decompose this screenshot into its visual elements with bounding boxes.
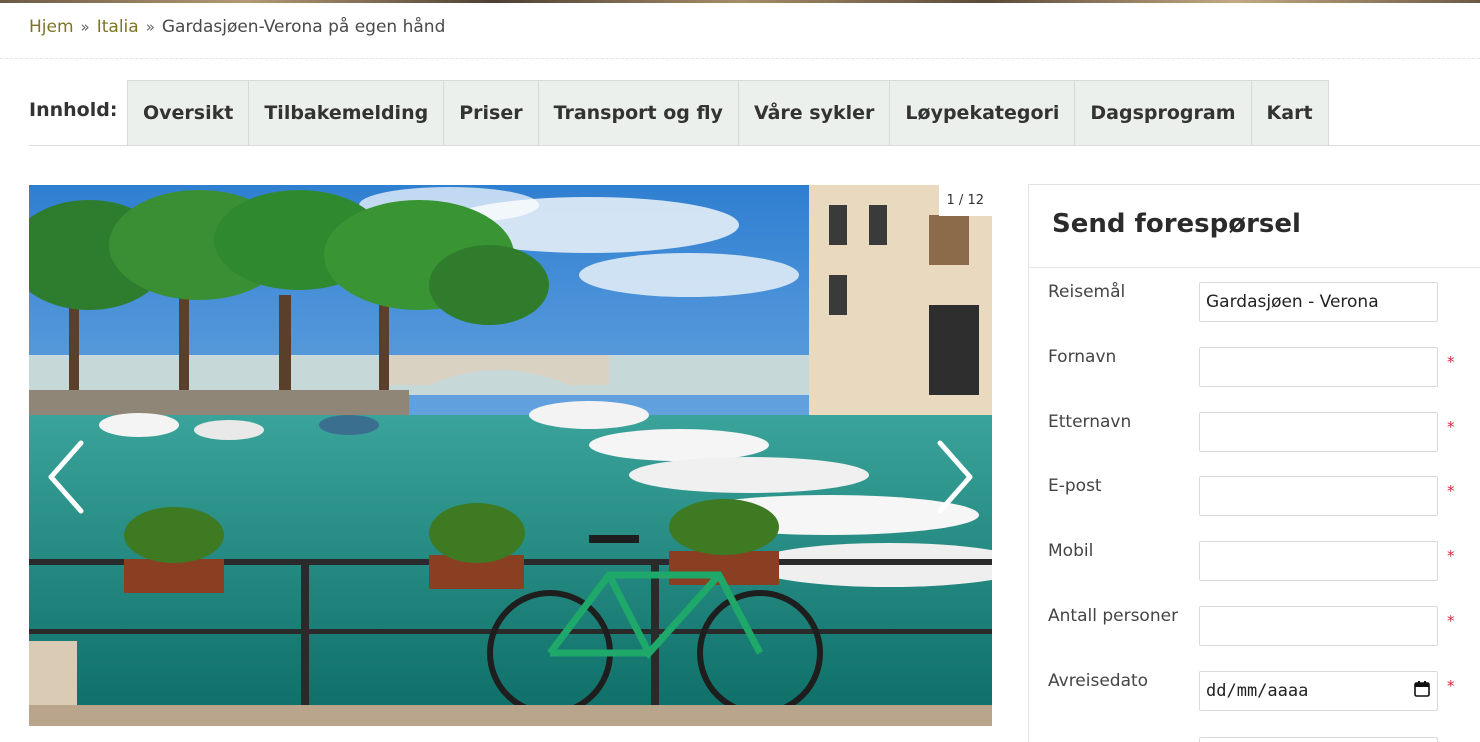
form-row-destination: Reisemål Gardasjøen - Verona [1029, 282, 1480, 324]
tab-transport-og-fly[interactable]: Transport og fly [538, 80, 739, 146]
email-label: E-post [1048, 476, 1102, 496]
chevron-right-icon [937, 440, 973, 514]
departure-date-input[interactable]: dd/mm/aaaa [1199, 671, 1438, 711]
tab-oversikt[interactable]: Oversikt [127, 80, 250, 146]
carousel-counter: 1 / 12 [938, 185, 992, 216]
inquiry-form: Send forespørsel Reisemål Gardasjøen - V… [1028, 184, 1480, 742]
persons-input[interactable] [1199, 606, 1438, 646]
required-marker: * [1447, 353, 1455, 371]
form-row-next-partial [1029, 737, 1480, 742]
carousel-photo [29, 185, 992, 726]
email-input[interactable] [1199, 476, 1438, 516]
tab-vare-sykler[interactable]: Våre sykler [738, 80, 891, 146]
form-title: Send forespørsel [1052, 209, 1301, 239]
form-row-first-name: Fornavn * [1029, 347, 1480, 389]
form-row-departure-date: Avreisedato dd/mm/aaaa * [1029, 671, 1480, 713]
tab-tilbakemelding[interactable]: Tilbakemelding [249, 80, 445, 146]
tab-loypekategori[interactable]: Løypekategori [890, 80, 1076, 146]
breadcrumb-country-link[interactable]: Italia [97, 17, 139, 37]
departure-date-label: Avreisedato [1048, 671, 1149, 691]
required-marker: * [1447, 482, 1455, 500]
carousel-prev-button[interactable] [43, 437, 87, 517]
tabs-underline [29, 145, 1480, 146]
persons-label: Antall personer [1048, 606, 1179, 626]
form-row-mobile: Mobil * [1029, 541, 1480, 583]
required-marker: * [1447, 547, 1455, 565]
content-nav-label: Innhold: [29, 99, 118, 121]
chevron-left-icon [48, 440, 84, 514]
form-row-persons: Antall personer * [1029, 606, 1480, 648]
content-tabs: Oversikt Tilbakemelding Priser Transport… [127, 80, 1329, 146]
destination-value: Gardasjøen - Verona [1206, 292, 1379, 312]
form-divider [1029, 267, 1480, 268]
mobile-input[interactable] [1199, 541, 1438, 581]
form-row-last-name: Etternavn * [1029, 412, 1480, 454]
destination-field[interactable]: Gardasjøen - Verona [1199, 282, 1438, 322]
header-divider [0, 58, 1480, 59]
mobile-label: Mobil [1048, 541, 1094, 561]
tab-priser[interactable]: Priser [444, 80, 539, 146]
breadcrumb-home-link[interactable]: Hjem [29, 17, 74, 37]
header-image-strip [0, 0, 1480, 3]
image-carousel[interactable]: 1 / 12 [29, 185, 992, 726]
breadcrumb-separator: » [80, 18, 90, 36]
form-row-email: E-post * [1029, 476, 1480, 518]
last-name-label: Etternavn [1048, 412, 1132, 432]
breadcrumb-current: Gardasjøen-Verona på egen hånd [161, 17, 446, 37]
tab-dagsprogram[interactable]: Dagsprogram [1075, 80, 1252, 146]
date-placeholder: dd/mm/aaaa [1206, 681, 1309, 701]
next-input-partial[interactable] [1199, 737, 1438, 742]
destination-label: Reisemål [1048, 282, 1126, 302]
last-name-input[interactable] [1199, 412, 1438, 452]
tab-kart[interactable]: Kart [1251, 80, 1329, 146]
breadcrumb-separator: » [145, 18, 155, 36]
required-marker: * [1447, 677, 1455, 695]
required-marker: * [1447, 612, 1455, 630]
required-marker: * [1447, 418, 1455, 436]
breadcrumb: Hjem » Italia » Gardasjøen-Verona på egen hå… [29, 17, 445, 37]
carousel-next-button[interactable] [934, 437, 978, 517]
first-name-label: Fornavn [1048, 347, 1117, 367]
calendar-icon[interactable] [1413, 680, 1431, 703]
first-name-input[interactable] [1199, 347, 1438, 387]
